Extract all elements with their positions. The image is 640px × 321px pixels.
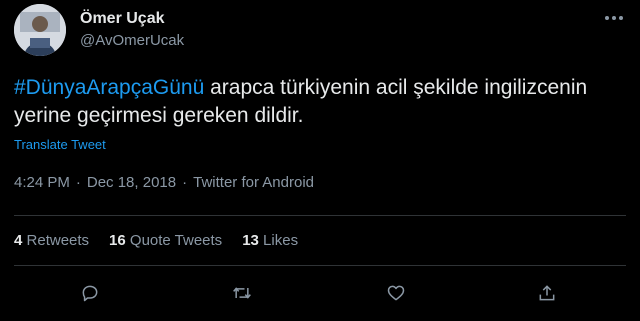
- reply-icon[interactable]: [77, 280, 103, 306]
- divider: [14, 265, 626, 266]
- divider: [14, 215, 626, 216]
- retweets-stat[interactable]: 4 Retweets: [14, 232, 89, 249]
- quotes-stat[interactable]: 16 Quote Tweets: [109, 232, 222, 249]
- tweet-metadata: 4:24 PM · Dec 18, 2018 · Twitter for And…: [14, 174, 314, 191]
- retweet-icon[interactable]: [229, 280, 255, 306]
- translate-tweet-link[interactable]: Translate Tweet: [14, 137, 106, 152]
- retweets-count: 4: [14, 232, 23, 249]
- meta-separator: ·: [75, 174, 81, 191]
- share-icon[interactable]: [534, 280, 560, 306]
- engagement-stats: 4 Retweets 16 Quote Tweets 13 Likes: [14, 232, 298, 249]
- tweet-actions: [0, 278, 640, 308]
- quotes-count: 16: [109, 232, 126, 249]
- likes-count: 13: [242, 232, 259, 249]
- author-name[interactable]: Ömer Uçak: [80, 10, 165, 28]
- author-handle[interactable]: @AvOmerUcak: [80, 32, 184, 49]
- more-icon[interactable]: [598, 6, 630, 30]
- tweet-text: #DünyaArapçaGünü arapca türkiyenin acil …: [14, 74, 626, 130]
- avatar-image: [14, 4, 66, 56]
- heart-icon[interactable]: [383, 280, 409, 306]
- likes-label: Likes: [263, 232, 299, 249]
- tweet-time[interactable]: 4:24 PM: [14, 174, 70, 191]
- hashtag-link[interactable]: #DünyaArapçaGünü: [14, 76, 204, 99]
- avatar[interactable]: [14, 4, 66, 56]
- tweet-source[interactable]: Twitter for Android: [193, 174, 314, 191]
- likes-stat[interactable]: 13 Likes: [242, 232, 298, 249]
- meta-separator: ·: [182, 174, 188, 191]
- tweet-date[interactable]: Dec 18, 2018: [87, 174, 176, 191]
- quotes-label: Quote Tweets: [129, 232, 223, 249]
- retweets-label: Retweets: [26, 232, 90, 249]
